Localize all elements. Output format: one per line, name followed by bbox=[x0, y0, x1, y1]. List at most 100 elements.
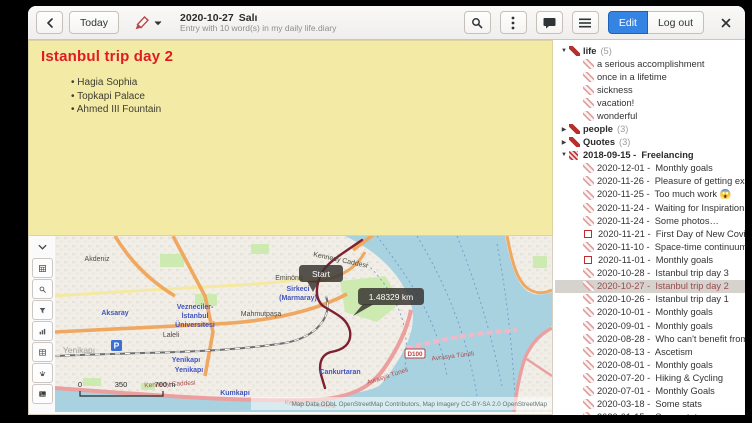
map-label: Mahmutpaşa bbox=[241, 311, 282, 318]
tree-row[interactable]: wonderful bbox=[555, 109, 745, 122]
tree-row[interactable]: 2020-09-01 - Monthly goals bbox=[555, 319, 745, 332]
entry-label: 2020-10-27 - Istanbul trip day 2 bbox=[597, 281, 729, 291]
entry-icon bbox=[583, 281, 594, 291]
tree-row[interactable]: ▼ life (5) bbox=[555, 44, 745, 57]
tree-row[interactable]: 2020-12-01 - Monthly goals bbox=[555, 162, 745, 175]
map-label: Yenikapı bbox=[63, 345, 95, 355]
map-attribution: Map Data ODbL OpenStreetMap Contributors… bbox=[251, 397, 552, 410]
paw-icon bbox=[39, 368, 46, 379]
entry-label: 2020-11-01 - Monthly goals bbox=[598, 255, 713, 265]
tree-row[interactable]: 2020-03-18 - Some stats bbox=[555, 398, 745, 411]
tree-row[interactable]: 2020-11-01 - Monthly goals bbox=[555, 254, 745, 267]
header-date: 2020-10-27 bbox=[180, 12, 234, 24]
entry-label: 2020-10-26 - Istanbul trip day 1 bbox=[597, 294, 729, 304]
entry-label: 2020-11-21 - First Day of New Covid R… bbox=[598, 229, 745, 239]
tree-row[interactable]: 2020-11-25 - Too much work 😱 bbox=[555, 188, 745, 201]
paw-button[interactable] bbox=[32, 363, 53, 383]
entry-text-view[interactable]: Istanbul trip day 2 Hagia SophiaTopkapi … bbox=[28, 40, 553, 236]
more-options-button[interactable] bbox=[500, 11, 527, 34]
tree-row[interactable]: 2020-08-28 - Who can't benefit from … bbox=[555, 332, 745, 345]
tree-row[interactable]: sickness bbox=[555, 83, 745, 96]
today-button[interactable]: Today bbox=[69, 11, 119, 34]
expander-icon[interactable]: ▼ bbox=[559, 152, 569, 158]
tree-row[interactable]: 2020-10-01 - Monthly goals bbox=[555, 306, 745, 319]
tree-row[interactable]: 2020-08-13 - Ascetism bbox=[555, 345, 745, 358]
tree-row[interactable]: 2020-10-26 - Istanbul trip day 1 bbox=[555, 293, 745, 306]
tree-row[interactable]: 2020-07-01 - Monthly Goals bbox=[555, 384, 745, 397]
expander-icon[interactable]: ▼ bbox=[559, 48, 569, 54]
entry-label: 2020-07-20 - Hiking & Cycling bbox=[597, 373, 723, 383]
svg-text:P: P bbox=[114, 341, 120, 351]
chat-bubble-icon bbox=[543, 17, 556, 29]
entry-label: 2020-11-10 - Space-time continuum bbox=[597, 242, 745, 252]
map-label: Yenikapı bbox=[172, 357, 200, 364]
logout-button[interactable]: Log out bbox=[648, 11, 704, 34]
entry-label: 2020-08-13 - Ascetism bbox=[597, 347, 693, 357]
entry-icon bbox=[583, 373, 594, 383]
edit-button[interactable]: Edit bbox=[608, 11, 648, 34]
map[interactable]: P D100 AkdenizAksarayVezneciler-İstanbul… bbox=[55, 236, 552, 414]
entry-label: people bbox=[583, 124, 613, 134]
entry-label: 2020-11-24 - Some photos… bbox=[597, 216, 719, 226]
search-button[interactable] bbox=[464, 11, 491, 34]
tree-row[interactable]: once in a lifetime bbox=[555, 70, 745, 83]
svg-text:Start: Start bbox=[312, 269, 331, 279]
tree-row[interactable]: 2020-11-21 - First Day of New Covid R… bbox=[555, 227, 745, 240]
search-map-button[interactable] bbox=[32, 279, 53, 299]
tree-row[interactable]: ▶ people (3) bbox=[555, 123, 745, 136]
photo-button[interactable] bbox=[32, 384, 53, 404]
tree-row[interactable]: 2020-10-27 - Istanbul trip day 2 bbox=[555, 280, 745, 293]
comments-button[interactable] bbox=[536, 11, 563, 34]
search-icon bbox=[471, 17, 483, 29]
entry-icon bbox=[583, 321, 594, 331]
tree-row[interactable]: 2020-11-26 - Pleasure of getting exac… bbox=[555, 175, 745, 188]
tree-row[interactable]: 2020-11-10 - Space-time continuum bbox=[555, 240, 745, 253]
entry-icon bbox=[584, 256, 592, 264]
entry-icon bbox=[583, 360, 594, 370]
entry-icon bbox=[583, 294, 594, 304]
map-label: Cankurtaran bbox=[319, 369, 360, 376]
tree-row[interactable]: vacation! bbox=[555, 96, 745, 109]
collapse-panel-button[interactable] bbox=[32, 237, 53, 257]
close-window-button[interactable] bbox=[715, 12, 737, 34]
expander-icon[interactable]: ▶ bbox=[559, 126, 569, 133]
entry-count: (3) bbox=[617, 124, 628, 134]
parking-icon: P bbox=[111, 340, 122, 351]
entry-icon bbox=[583, 347, 594, 357]
entry-label: 2020-12-01 - Monthly goals bbox=[597, 163, 713, 173]
expander-icon[interactable]: ▶ bbox=[559, 139, 569, 146]
edit-logout-group: Edit Log out bbox=[608, 11, 704, 34]
edit-pencil-menu-button[interactable] bbox=[127, 11, 166, 34]
map-label: Kumkapı bbox=[220, 390, 250, 397]
entry-label: 2020-08-28 - Who can't benefit from … bbox=[597, 334, 745, 344]
entry-icon bbox=[583, 190, 594, 200]
calendar-button[interactable] bbox=[32, 258, 53, 278]
tree-row[interactable]: 2020-10-28 - Istanbul trip day 3 bbox=[555, 267, 745, 280]
map-label: İstanbul bbox=[182, 312, 209, 320]
tree-row[interactable]: 2020-11-24 - Waiting for Inspiration… bbox=[555, 201, 745, 214]
tree-row[interactable]: ▶ Quotes (3) bbox=[555, 136, 745, 149]
svg-text:1.48329 km: 1.48329 km bbox=[369, 292, 413, 302]
entry-label: 2020-09-01 - Monthly goals bbox=[597, 321, 713, 331]
tree-row[interactable]: 2020-07-20 - Hiking & Cycling bbox=[555, 371, 745, 384]
svg-text:700 m: 700 m bbox=[155, 380, 176, 389]
tree-row[interactable]: ▼ 2018-09-15 - Freelancing bbox=[555, 149, 745, 162]
entry-icon bbox=[583, 85, 594, 95]
tree-row[interactable]: a serious accomplishment bbox=[555, 57, 745, 70]
entry-label: wonderful bbox=[597, 111, 637, 121]
tree-row[interactable]: 2020-11-24 - Some photos… bbox=[555, 214, 745, 227]
tree-row[interactable]: 2020-08-01 - Monthly goals bbox=[555, 358, 745, 371]
back-button[interactable] bbox=[36, 11, 63, 34]
app-window: Today 2020-10-27Salı Entry with 10 word(… bbox=[28, 6, 745, 415]
pencil-icon bbox=[131, 14, 151, 31]
tree-row[interactable]: 2020-01-15 - Some stats bbox=[555, 411, 745, 415]
table-button[interactable] bbox=[32, 342, 53, 362]
map-label: Akdeniz bbox=[85, 256, 110, 263]
filter-button[interactable] bbox=[32, 300, 53, 320]
d100-shield: D100 bbox=[405, 349, 425, 358]
main-menu-button[interactable] bbox=[572, 11, 599, 34]
hamburger-menu-icon bbox=[579, 18, 591, 28]
entry-icon bbox=[583, 307, 594, 317]
chart-button[interactable] bbox=[32, 321, 53, 341]
chevron-down-icon bbox=[154, 20, 162, 26]
